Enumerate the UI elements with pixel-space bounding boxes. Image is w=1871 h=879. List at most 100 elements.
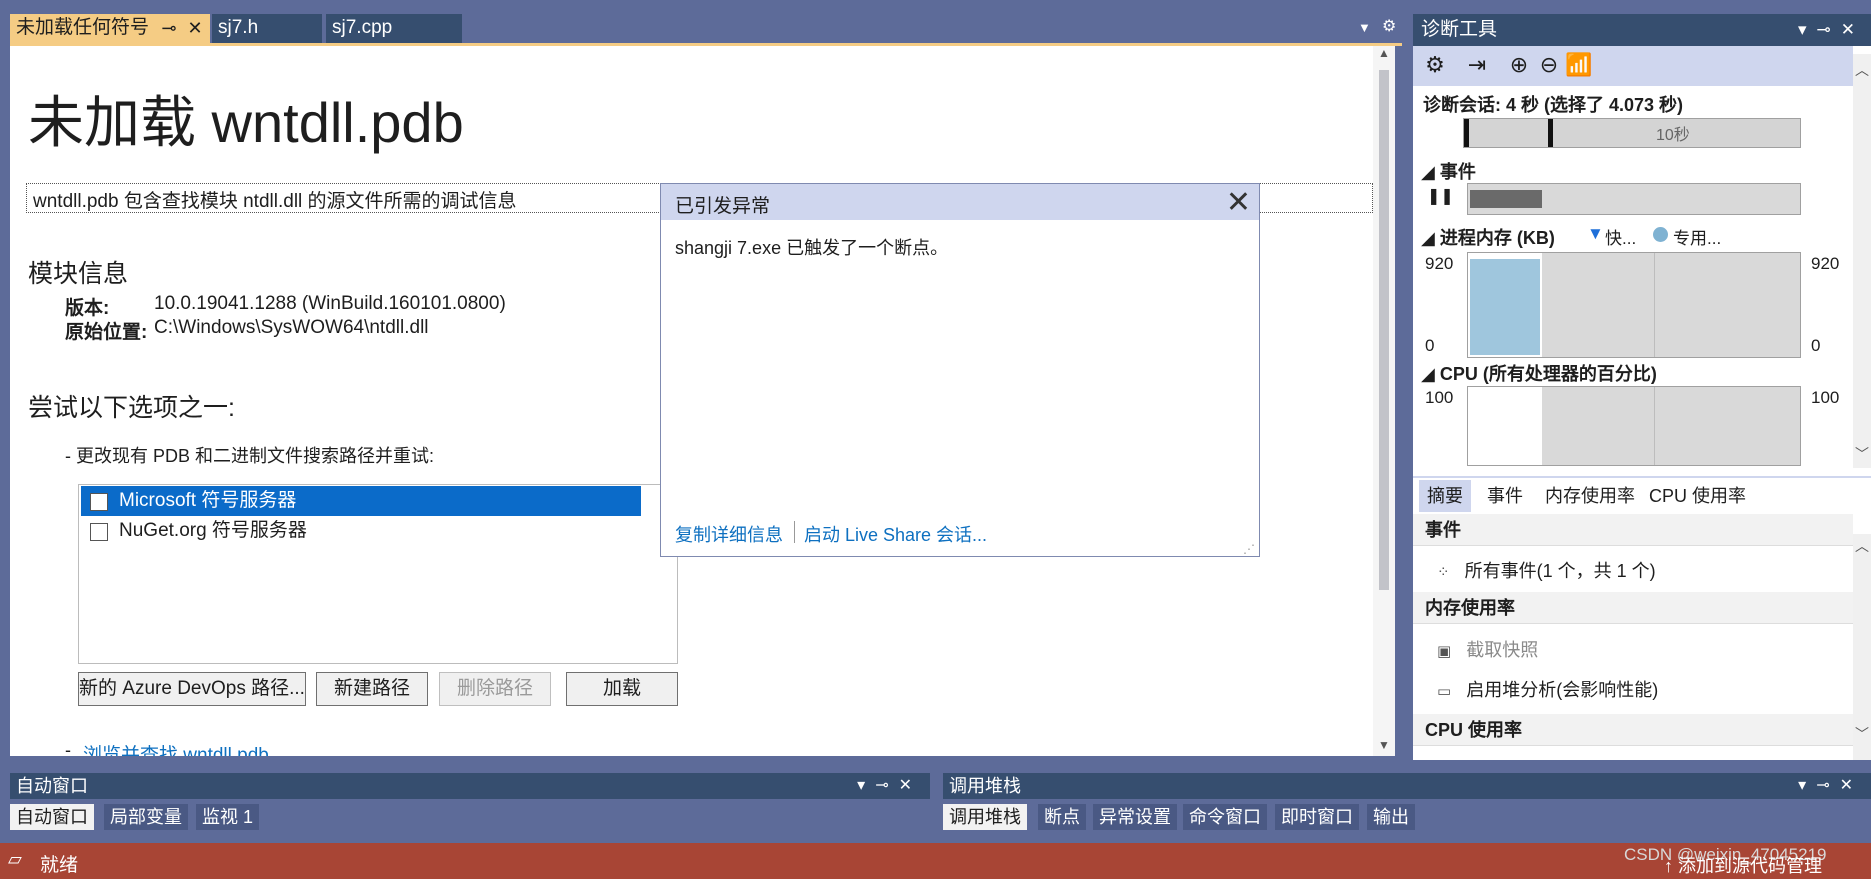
diag-tabs: 摘要 事件 内存使用率 CPU 使用率: [1413, 480, 1853, 512]
location-label: 原始位置:: [65, 322, 148, 343]
tab-command-window[interactable]: 命令窗口: [1183, 804, 1267, 830]
new-azure-devops-path-button[interactable]: 新的 Azure DevOps 路径...: [78, 672, 306, 706]
tab-memory-usage[interactable]: 内存使用率: [1537, 480, 1643, 512]
status-bar: ▱ 就绪 CSDN @weixin_47045219 ↑ 添加到源代码管理: [0, 843, 1871, 879]
selection-end-marker[interactable]: [1548, 119, 1553, 147]
location-value: C:\Windows\SysWOW64\ntdll.dll: [154, 317, 429, 338]
close-icon[interactable]: ✕: [1226, 185, 1251, 220]
memory-label: 进程内存 (KB): [1439, 228, 1555, 248]
scroll-up-icon[interactable]: ︿: [1855, 536, 1869, 556]
mem-axis-min-right: 0: [1811, 336, 1821, 355]
tab-output[interactable]: 输出: [1367, 804, 1415, 830]
new-path-button[interactable]: 新建路径: [316, 672, 428, 706]
list-item-microsoft-server[interactable]: Microsoft 符号服务器: [81, 486, 641, 516]
symbol-server-list[interactable]: Microsoft 符号服务器 NuGet.org 符号服务器: [78, 484, 678, 664]
settings-gear-icon[interactable]: ⚙: [1421, 52, 1449, 78]
private-legend-dot: [1653, 227, 1668, 242]
delete-path-button[interactable]: 删除路径: [439, 672, 551, 706]
event-bar[interactable]: [1470, 190, 1542, 208]
all-events-label: 所有事件(1 个，共 1 个): [1464, 561, 1656, 581]
document-tab-strip: 未加载任何符号 ⊸ ✕ sj7.h sj7.cpp ▼ ⚙: [0, 0, 1412, 44]
checkbox[interactable]: [90, 493, 108, 511]
exception-popup: 已引发异常 ✕ shangji 7.exe 已触发了一个断点。 复制详细信息 启…: [660, 183, 1260, 557]
diag-bottom-scrollbar[interactable]: ︿ ﹀: [1853, 534, 1871, 760]
events-section-title: ◢ 事件: [1421, 162, 1476, 182]
tab-breakpoints[interactable]: 断点: [1038, 804, 1086, 830]
tab-cpu-usage[interactable]: CPU 使用率: [1641, 480, 1754, 512]
events-track[interactable]: [1467, 183, 1801, 215]
autos-tabs: 自动窗口 局部变量 监视 1: [10, 801, 930, 833]
browse-pdb-link[interactable]: 浏览并查找 wntdll.pdb...: [83, 740, 285, 756]
autos-panel-header: 自动窗口 ▾⊸✕: [10, 773, 930, 799]
chart-icon[interactable]: 📶: [1565, 52, 1593, 78]
camera-icon: ▣: [1437, 643, 1452, 660]
tab-autos[interactable]: 自动窗口: [10, 804, 94, 830]
list-item-nuget-server[interactable]: NuGet.org 符号服务器: [81, 516, 641, 546]
status-text: 就绪: [40, 855, 79, 876]
take-snapshot-item[interactable]: ▣ 截取快照: [1437, 636, 1538, 662]
all-events-item[interactable]: ⁘ 所有事件(1 个，共 1 个): [1437, 557, 1656, 583]
tab-exception-settings[interactable]: 异常设置: [1093, 804, 1177, 830]
scroll-up-icon[interactable]: ▲: [1378, 46, 1390, 60]
document-scrollbar[interactable]: ▲ ▼: [1373, 46, 1395, 756]
cpu-axis-max-right: 100: [1811, 388, 1840, 407]
tab-no-symbols[interactable]: 未加载任何符号 ⊸ ✕: [10, 14, 210, 44]
cpu-graph[interactable]: [1467, 386, 1801, 466]
close-icon[interactable]: ✕: [184, 14, 206, 42]
tab-sj7-cpp[interactable]: sj7.cpp: [326, 14, 462, 44]
scroll-down-icon[interactable]: ﹀: [1855, 724, 1869, 744]
try-options-heading: 尝试以下选项之一:: [28, 394, 235, 422]
tab-dropdown-icon[interactable]: ▼: [1358, 20, 1371, 35]
gear-icon[interactable]: ⚙: [1382, 16, 1396, 36]
pin-icon[interactable]: ⊸: [158, 14, 180, 42]
splitter[interactable]: [1413, 476, 1871, 478]
selection-start-marker[interactable]: [1464, 119, 1469, 147]
diag-toolbar: ⚙ ⇥ ⊕ ⊖ 📶: [1413, 46, 1853, 86]
zoom-in-icon[interactable]: ⊕: [1505, 52, 1533, 78]
tab-summary[interactable]: 摘要: [1419, 480, 1471, 512]
memory-graph[interactable]: [1467, 252, 1801, 358]
panel-title: 自动窗口: [16, 776, 88, 796]
heap-icon: ▭: [1437, 683, 1452, 700]
tab-call-stack[interactable]: 调用堆栈: [943, 804, 1027, 830]
scroll-up-icon[interactable]: ︿: [1855, 60, 1869, 80]
tab-sj7-h[interactable]: sj7.h: [212, 14, 322, 44]
grid-line: [1654, 387, 1655, 465]
copy-details-link[interactable]: 复制详细信息: [675, 521, 783, 547]
zoom-out-icon[interactable]: ⊖: [1535, 52, 1563, 78]
tab-label: sj7.h: [218, 17, 259, 38]
scroll-down-icon[interactable]: ﹀: [1855, 444, 1869, 464]
panel-window-icons[interactable]: ▾⊸✕: [1798, 773, 1863, 799]
timeline-tick-label: 10秒: [1656, 127, 1690, 144]
panel-window-icons[interactable]: ▾⊸✕: [1798, 14, 1865, 46]
grid-line: [1654, 253, 1655, 357]
export-icon[interactable]: ⇥: [1463, 52, 1491, 78]
tab-label: 未加载任何符号: [16, 17, 150, 38]
session-text: 诊断会话: 4 秒 (选择了 4.073 秒): [1423, 95, 1684, 115]
heap-profiling-item[interactable]: ▭ 启用堆分析(会影响性能): [1437, 676, 1658, 702]
memory-section-title: ◢ 进程内存 (KB): [1421, 228, 1555, 248]
timeline-ruler[interactable]: 10秒: [1463, 118, 1801, 148]
scroll-down-icon[interactable]: ▼: [1378, 738, 1390, 752]
tab-watch-1[interactable]: 监视 1: [196, 804, 260, 830]
diag-header: 诊断工具 ▾⊸✕: [1413, 14, 1871, 46]
page-title: 未加载 wntdll.pdb: [28, 91, 464, 154]
resize-grip-icon[interactable]: ⋰: [1243, 542, 1255, 556]
memory-usage-fill: [1470, 259, 1540, 355]
version-label: 版本:: [65, 298, 110, 319]
cpu-axis-max-left: 100: [1425, 388, 1454, 407]
panel-window-icons[interactable]: ▾⊸✕: [857, 773, 922, 799]
legend-private: 专用...: [1673, 229, 1722, 248]
tab-locals[interactable]: 局部变量: [104, 804, 188, 830]
fast-legend-icon: ▼: [1587, 224, 1604, 243]
tab-immediate-window[interactable]: 即时窗口: [1275, 804, 1359, 830]
version-value: 10.0.19041.1288 (WinBuild.160101.0800): [154, 293, 506, 314]
tab-events[interactable]: 事件: [1479, 480, 1531, 512]
source-control-button[interactable]: ↑ 添加到源代码管理: [1664, 852, 1822, 878]
live-share-link[interactable]: 启动 Live Share 会话...: [804, 521, 987, 547]
diag-top-scrollbar[interactable]: ︿ ﹀: [1853, 54, 1871, 468]
checkbox[interactable]: [90, 523, 108, 541]
load-button[interactable]: 加载: [566, 672, 678, 706]
scroll-thumb[interactable]: [1379, 70, 1389, 590]
pause-icon[interactable]: ❚❚: [1427, 186, 1454, 206]
